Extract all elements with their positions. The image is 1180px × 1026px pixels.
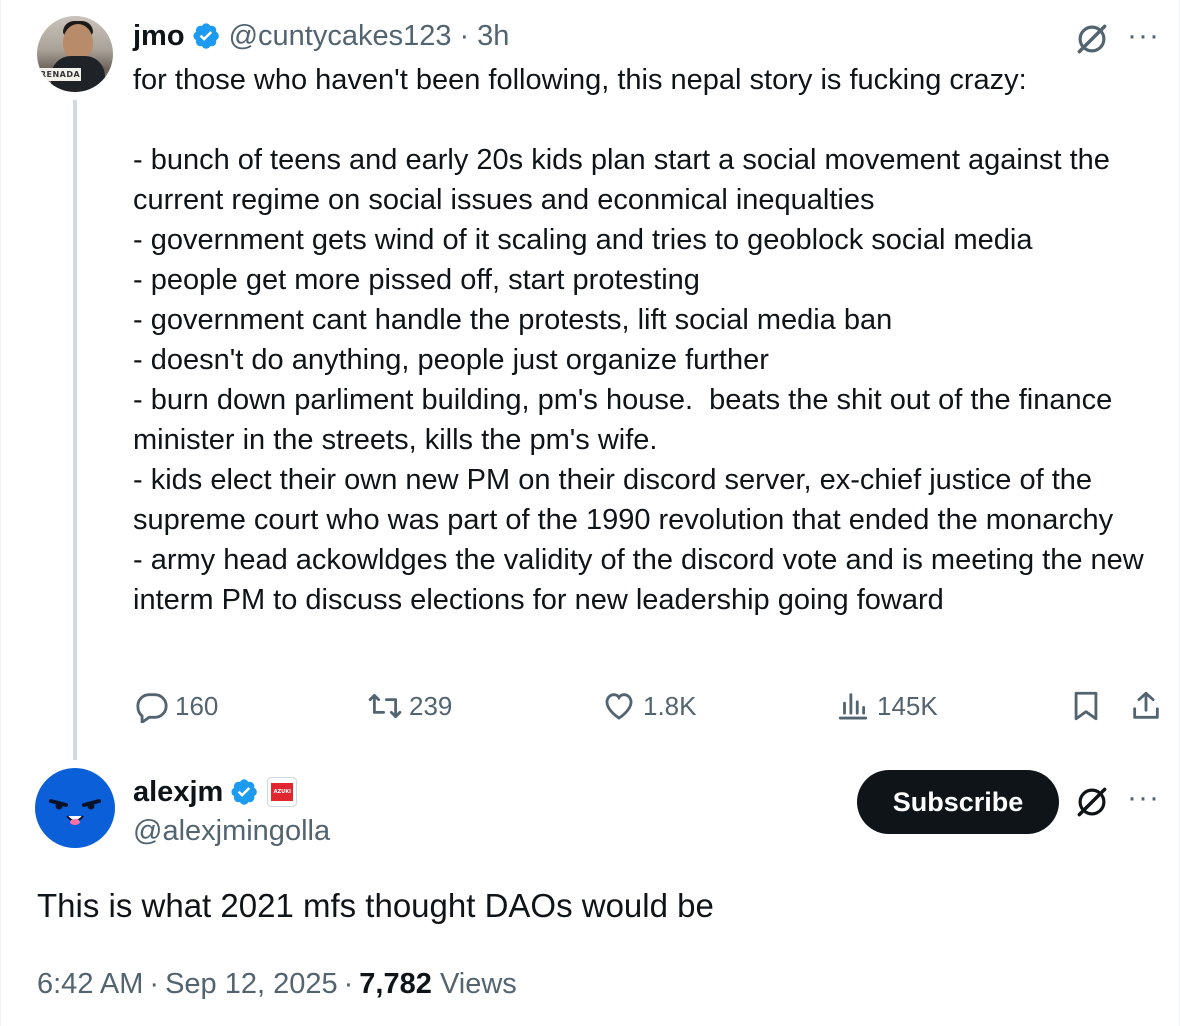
author-handle[interactable]: @cuntycakes123 [229,20,452,53]
views-label: Views [439,968,517,1000]
affiliate-badge[interactable]: AZUKI [267,777,298,807]
reply-tweet-header: alexjm AZUKI [133,772,298,812]
avatar-face-icon [49,799,101,825]
reply-author-handle[interactable]: @alexjmingolla [133,812,330,850]
views-total: 7,782 [359,968,432,1000]
avatar-jmo[interactable]: RENADA [37,16,113,92]
tweet-timestamp[interactable]: 6:42 AM [37,968,143,1000]
meta-separator: · [149,968,160,1000]
avatar-name-plate: RENADA [39,68,81,81]
views-icon [838,693,868,720]
views-button[interactable]: 145K [835,684,938,728]
verified-badge-icon[interactable] [191,21,221,51]
affiliate-badge-label: AZUKI [271,783,294,801]
grok-icon[interactable] [1073,783,1111,821]
meta-separator: · [343,968,354,1000]
more-icon[interactable]: ··· [1127,780,1160,816]
verified-badge-icon[interactable] [229,777,259,807]
parent-tweet-header: jmo @cuntycakes123 · 3h [133,18,509,54]
thread-connector-line [73,100,77,760]
tweet-metadata: 6:42 AM · Sep 12, 2025 · 7,782 Views [37,964,517,1004]
grok-icon[interactable] [1073,20,1111,58]
reply-button[interactable]: 160 [135,684,218,728]
share-icon [1133,691,1159,719]
reply-icon [136,693,168,723]
bookmark-icon [1074,691,1098,721]
like-icon [605,693,633,720]
subscribe-button[interactable]: Subscribe [857,770,1059,834]
tweet-time[interactable]: 3h [477,20,509,53]
tweet-detail-page: RENADA jmo @cuntycakes123 · 3h ··· for t… [0,0,1180,1026]
like-button[interactable]: 1.8K [601,684,697,728]
tweet-date[interactable]: Sep 12, 2025 [165,968,338,1000]
reply-count: 160 [175,690,219,721]
repost-count: 239 [409,690,453,721]
reply-author-name[interactable]: alexjm [133,776,223,809]
header-separator: · [459,19,470,52]
tweet-action-bar: 160 239 1.8K 145K [131,684,1171,728]
avatar-face [63,24,93,60]
share-button[interactable] [1129,684,1169,728]
avatar-alexjm[interactable] [35,768,115,848]
author-name[interactable]: jmo [133,20,185,53]
like-count: 1.8K [643,690,697,721]
views-count: 145K [877,690,938,721]
more-icon[interactable]: ··· [1127,18,1160,54]
bookmark-button[interactable] [1069,684,1109,728]
reply-tweet-text: This is what 2021 mfs thought DAOs would… [37,887,714,924]
parent-tweet-text: for those who haven't been following, th… [133,64,1144,616]
repost-icon [368,693,402,719]
repost-button[interactable]: 239 [367,684,452,728]
